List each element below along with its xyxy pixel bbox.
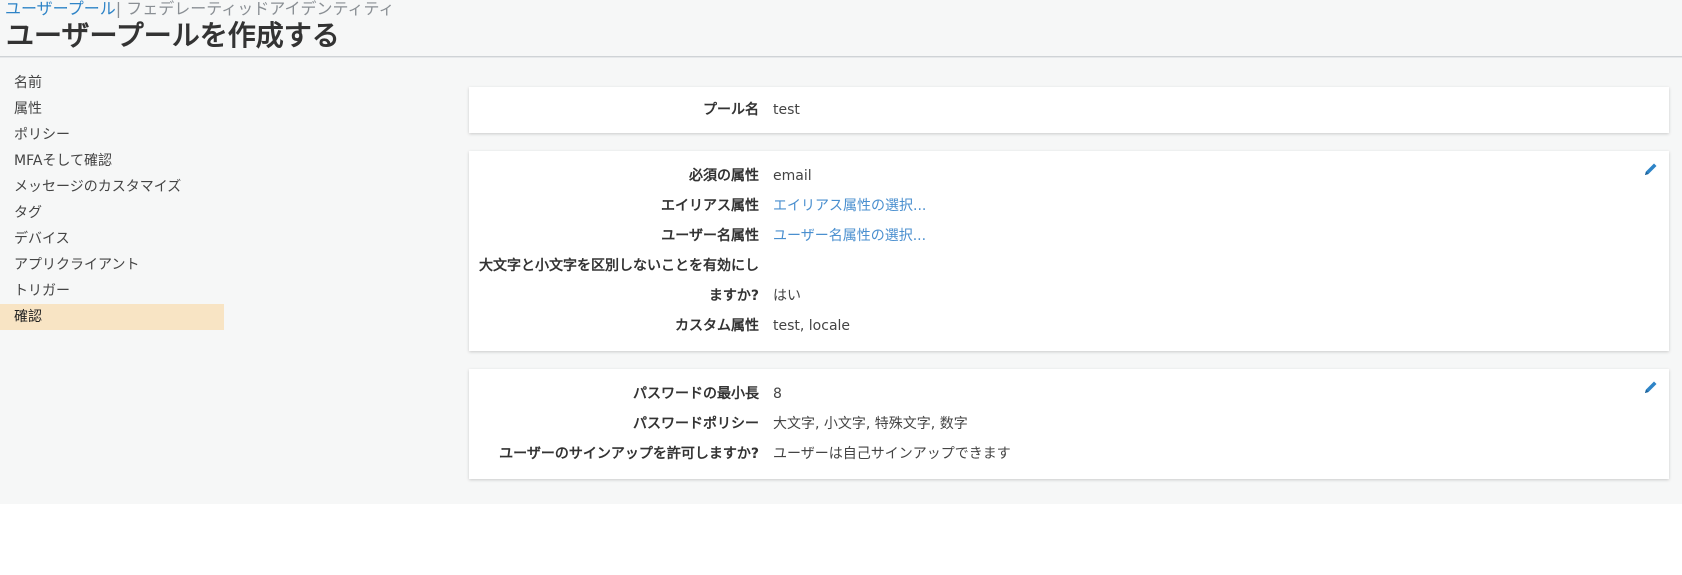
review-content: プール名 test 必須の属性 email エイリアス属性 エイリアス属性の選択… [469, 87, 1669, 497]
username-attributes-link[interactable]: ユーザー名属性の選択... [773, 221, 926, 251]
sidebar-item-review[interactable]: 確認 [0, 304, 224, 330]
password-policy-label: パスワードポリシー [633, 416, 759, 432]
alias-attributes-row: エイリアス属性 エイリアス属性の選択... [469, 191, 1669, 221]
pool-name-label: プール名 [703, 102, 759, 118]
attributes-card: 必須の属性 email エイリアス属性 エイリアス属性の選択... ユーザー名属… [469, 151, 1669, 351]
sidebar-item-policies[interactable]: ポリシー [0, 122, 224, 148]
sidebar-item-triggers[interactable]: トリガー [0, 278, 224, 304]
required-attributes-label: 必須の属性 [689, 168, 759, 184]
custom-attributes-row: カスタム属性 test, locale [469, 311, 1669, 341]
breadcrumb-federated-identities-link[interactable]: フェデレーティッドアイデンティティ [126, 0, 394, 18]
username-attributes-row: ユーザー名属性 ユーザー名属性の選択... [469, 221, 1669, 251]
sidebar-nav: 名前 属性 ポリシー MFAそして確認 メッセージのカスタマイズ タグ デバイス… [0, 70, 224, 330]
pool-name-value: test [773, 102, 800, 118]
case-sensitivity-row-line2: ますか? はい [469, 281, 1669, 311]
min-length-value: 8 [773, 386, 782, 402]
custom-attributes-label: カスタム属性 [675, 318, 759, 334]
app-root: ユーザープール| フェデレーティッドアイデンティティ ユーザープールを作成する … [0, 0, 1682, 504]
required-attributes-value: email [773, 168, 812, 184]
alias-attributes-link[interactable]: エイリアス属性の選択... [773, 191, 926, 221]
pencil-icon[interactable] [1643, 161, 1659, 177]
sidebar-item-attributes[interactable]: 属性 [0, 96, 224, 122]
signup-row: ユーザーのサインアップを許可しますか? ユーザーは自己サインアップできます [469, 439, 1669, 469]
breadcrumb-user-pools-link[interactable]: ユーザープール [5, 0, 116, 18]
required-attributes-row: 必須の属性 email [469, 161, 1669, 191]
policy-card: パスワードの最小長 8 パスワードポリシー 大文字, 小文字, 特殊文字, 数字… [469, 369, 1669, 479]
sidebar-item-tags[interactable]: タグ [0, 200, 224, 226]
sidebar-item-messages[interactable]: メッセージのカスタマイズ [0, 174, 224, 200]
signup-label: ユーザーのサインアップを許可しますか? [499, 446, 759, 462]
min-length-row: パスワードの最小長 8 [469, 379, 1669, 409]
page-title: ユーザープールを作成する [6, 19, 340, 52]
alias-attributes-label: エイリアス属性 [661, 198, 759, 214]
signup-value: ユーザーは自己サインアップできます [773, 446, 1011, 462]
sidebar-item-app-clients[interactable]: アプリクライアント [0, 252, 224, 278]
custom-attributes-value: test, locale [773, 318, 851, 334]
case-sensitivity-row-line1: 大文字と小文字を区別しないことを有効にし [469, 251, 1669, 281]
pool-name-card: プール名 test [469, 87, 1669, 133]
breadcrumb: ユーザープール| フェデレーティッドアイデンティティ [5, 0, 395, 20]
case-sensitivity-label-line2: ますか? [708, 288, 759, 304]
password-policy-row: パスワードポリシー 大文字, 小文字, 特殊文字, 数字 [469, 409, 1669, 439]
min-length-label: パスワードの最小長 [633, 386, 759, 402]
case-sensitivity-label-line1: 大文字と小文字を区別しないことを有効にし [479, 258, 759, 274]
case-sensitivity-value: はい [773, 288, 801, 304]
password-policy-value: 大文字, 小文字, 特殊文字, 数字 [773, 416, 968, 432]
sidebar-item-name[interactable]: 名前 [0, 70, 224, 96]
sidebar-item-devices[interactable]: デバイス [0, 226, 224, 252]
pool-name-row: プール名 test [469, 95, 1669, 125]
sidebar-item-mfa[interactable]: MFAそして確認 [0, 148, 224, 174]
pencil-icon[interactable] [1643, 379, 1659, 395]
breadcrumb-separator: | [115, 0, 122, 18]
username-attributes-label: ユーザー名属性 [661, 228, 759, 244]
page-header: ユーザープール| フェデレーティッドアイデンティティ ユーザープールを作成する [0, 0, 1682, 57]
